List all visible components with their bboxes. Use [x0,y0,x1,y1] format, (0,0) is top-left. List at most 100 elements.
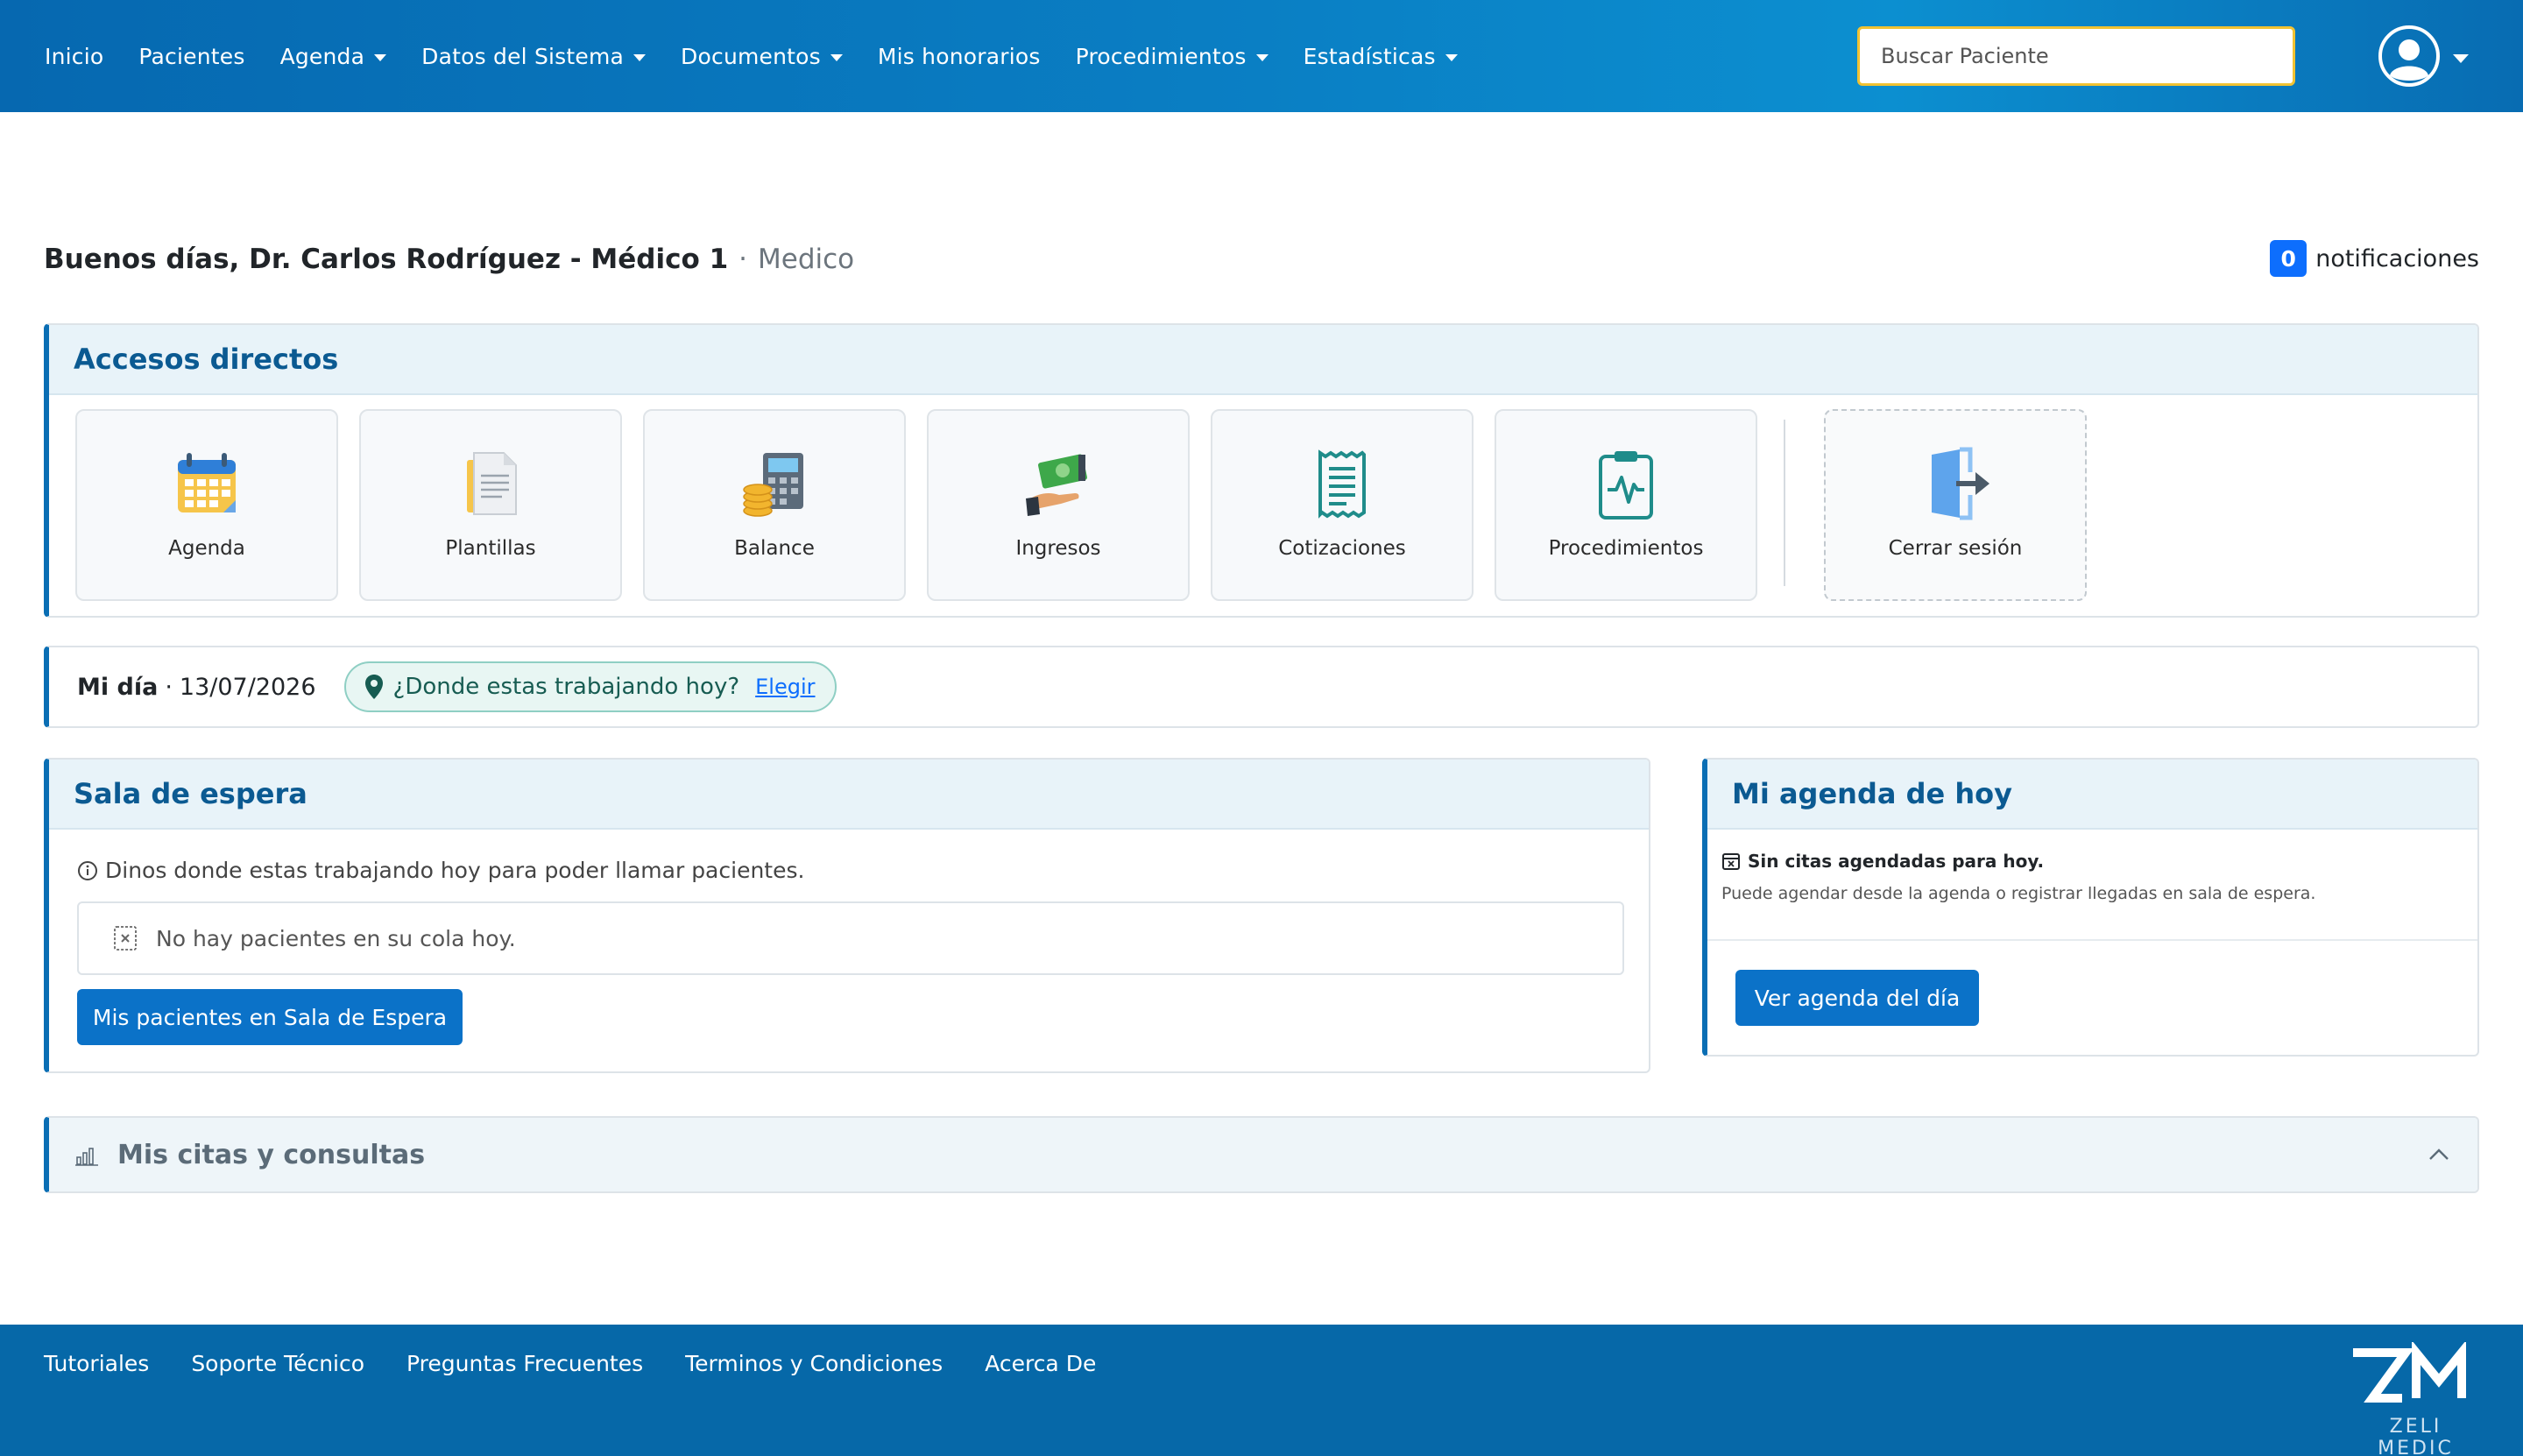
location-question: ¿Donde estas trabajando hoy? [392,674,740,700]
shortcut-balance[interactable]: Balance [643,409,906,601]
sala-info-text: Dinos donde estas trabajando hoy para po… [105,858,805,883]
nav-label: Pacientes [138,43,245,69]
greeting-role: Medico [758,244,855,275]
clipboard-pulse-icon [1599,451,1653,519]
mi-agenda-hoy-card: Mi agenda de hoy Sin citas agendadas par… [1702,758,2479,1057]
nav-pacientes[interactable]: Pacientes [138,44,244,69]
notification-label: notificaciones [2315,244,2479,272]
greeting: Buenos días, Dr. Carlos Rodríguez - Médi… [44,244,854,275]
caret-down-icon [1255,53,1269,61]
logout-door-icon [1932,447,1989,520]
nav-datos-del-sistema[interactable]: Datos del Sistema [421,43,647,69]
shortcut-tiles: Agenda Plantillas Balance Ingresos Cotiz… [75,409,2108,601]
shortcut-cerrar-sesion[interactable]: Cerrar sesión [1824,409,2087,601]
nav-label: Procedimientos [1075,43,1247,69]
greeting-name: Buenos días, Dr. Carlos Rodríguez - Médi… [44,244,729,275]
info-circle-icon [78,860,97,880]
caret-down-icon [2453,54,2469,63]
nav-label: Documentos [681,43,821,69]
card-header: Accesos directos [49,325,2477,395]
tile-label: Cerrar sesión [1888,537,2023,560]
shortcut-ingresos[interactable]: Ingresos [927,409,1190,601]
footer-link-soporte[interactable]: Soporte Técnico [191,1351,364,1376]
tile-label: Procedimientos [1548,537,1704,560]
accesos-directos-card: Accesos directos Agenda Plantillas Balan… [44,323,2479,618]
nav-inicio[interactable]: Inicio [45,44,103,69]
nav-mis-honorarios[interactable]: Mis honorarios [878,44,1041,69]
shortcut-cotizaciones[interactable]: Cotizaciones [1211,409,1474,601]
mi-dia-bar: Mi día · 13/07/2026 ¿Donde estas trabaja… [44,646,2479,728]
nav-agenda[interactable]: Agenda [280,44,387,69]
nav-label: Inicio [45,43,104,69]
nav-label: Estadísticas [1303,43,1436,69]
no-appointments: Sin citas agendadas para hoy. [1721,851,2044,872]
caret-down-icon [633,53,647,61]
mi-dia-date: 13/07/2026 [179,673,316,701]
location-choose-link[interactable]: Elegir [755,675,815,699]
map-pin-icon [364,675,383,699]
greeting-separator: · [739,244,748,275]
user-avatar-icon [2378,25,2440,87]
footer-link-faq[interactable]: Preguntas Frecuentes [406,1351,643,1376]
mi-dia-label: Mi día [77,673,159,701]
card-header: Mis citas y consultas [49,1118,2477,1191]
nav-label: Agenda [279,43,365,69]
card-header: Mi agenda de hoy [1707,760,2477,830]
user-menu[interactable] [2378,25,2469,88]
nav-documentos[interactable]: Documentos [681,44,843,69]
money-hand-icon [1026,454,1087,516]
nav-estadisticas[interactable]: Estadísticas [1304,44,1458,69]
card-title: Sala de espera [74,777,307,810]
notification-count-badge: 0 [2270,240,2307,277]
shortcut-agenda[interactable]: Agenda [75,409,338,601]
tile-label: Agenda [168,537,245,560]
caret-down-icon [830,53,843,61]
tile-divider [1784,420,1785,586]
calculator-coins-icon [743,453,803,517]
tile-label: Ingresos [1015,537,1101,560]
shortcut-plantillas[interactable]: Plantillas [359,409,622,601]
notifications[interactable]: 0 notificaciones [2270,240,2479,277]
document-icon [467,452,517,515]
footer-links: Tutoriales Soporte Técnico Preguntas Fre… [44,1351,1138,1376]
empty-list-icon [114,926,137,951]
mis-citas-card[interactable]: Mis citas y consultas [44,1116,2479,1193]
no-appointments-text: Sin citas agendadas para hoy. [1748,851,2045,872]
footer-link-terminos[interactable]: Terminos y Condiciones [685,1351,943,1376]
footer-link-tutoriales[interactable]: Tutoriales [44,1351,149,1376]
chevron-up-icon[interactable] [2427,1142,2451,1167]
footer: Tutoriales Soporte Técnico Preguntas Fre… [0,1325,2523,1456]
top-navbar: Inicio Pacientes Agenda Datos del Sistem… [0,0,2523,112]
bar-chart-icon [75,1148,98,1166]
card-title: Mi agenda de hoy [1732,777,2012,810]
nav-procedimientos[interactable]: Procedimientos [1076,44,1269,69]
empty-queue-box: No hay pacientes en su cola hoy. [77,901,1624,975]
empty-queue-text: No hay pacientes en su cola hoy. [156,925,516,951]
card-title: Accesos directos [74,343,339,376]
tile-label: Balance [734,537,815,560]
tile-label: Cotizaciones [1278,537,1406,560]
card-title: Mis citas y consultas [117,1139,426,1170]
sala-info: Dinos donde estas trabajando hoy para po… [77,858,804,883]
location-pill[interactable]: ¿Donde estas trabajando hoy? Elegir [343,661,837,712]
sala-de-espera-card: Sala de espera Dinos donde estas trabaja… [44,758,1650,1073]
card-header: Sala de espera [49,760,1649,830]
search-patient-input[interactable] [1857,26,2295,86]
sala-espera-button[interactable]: Mis pacientes en Sala de Espera [77,989,463,1045]
ver-agenda-button[interactable]: Ver agenda del día [1735,970,1979,1026]
shortcut-procedimientos[interactable]: Procedimientos [1495,409,1757,601]
tile-label: Plantillas [445,537,536,560]
footer-link-acerca[interactable]: Acerca De [985,1351,1096,1376]
receipt-icon [1318,449,1366,519]
logo-text: ZELI MEDIC [2378,1416,2454,1456]
agenda-hint: Puede agendar desde la agenda o registra… [1721,884,2316,903]
nav-label: Datos del Sistema [421,43,625,69]
nav-menu: Inicio Pacientes Agenda Datos del Sistem… [45,44,1493,69]
nav-label: Mis honorarios [877,43,1041,69]
caret-down-icon [1445,53,1458,61]
calendar-icon [178,453,236,512]
divider [1707,939,2477,941]
mi-dia-separator: · [165,673,173,701]
caret-down-icon [374,53,387,61]
calendar-x-icon [1722,853,1740,870]
